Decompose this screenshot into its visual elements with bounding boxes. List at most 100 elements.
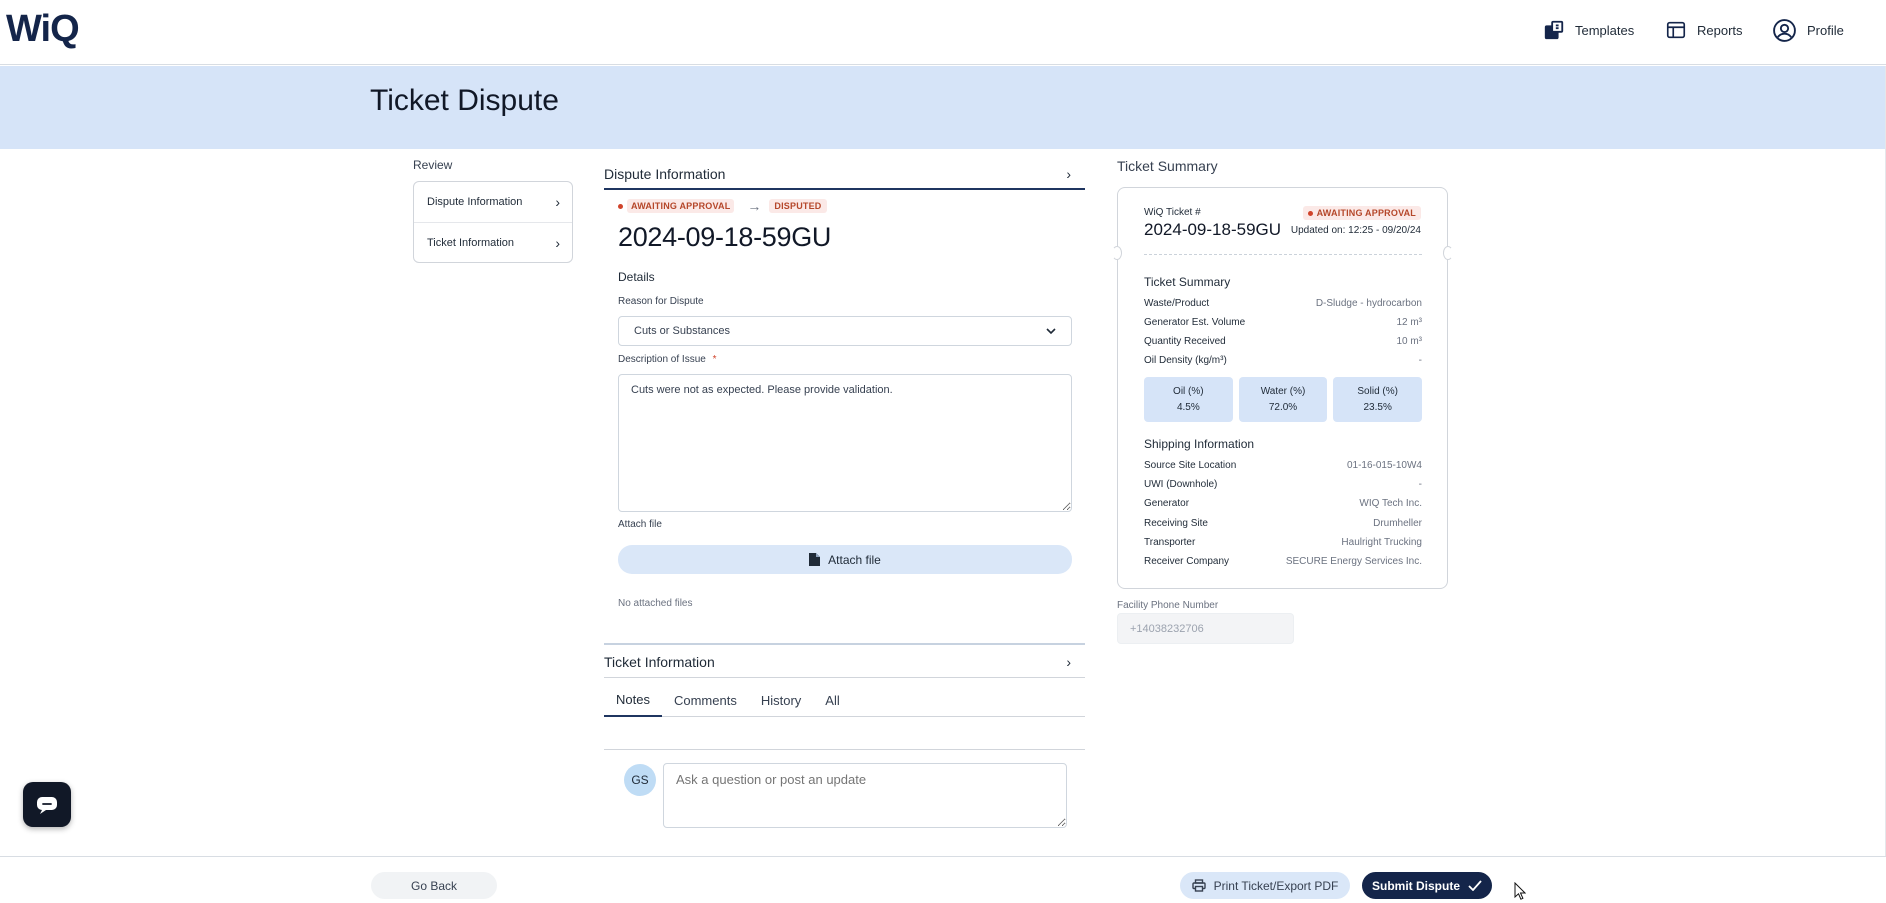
review-item-dispute-information[interactable]: Dispute Information › [414,182,572,222]
print-ticket-label: Print Ticket/Export PDF [1213,878,1339,893]
tile-value: 72.0% [1268,402,1298,413]
status-from-label: AWAITING APPROVAL [627,199,735,213]
file-icon [809,553,821,566]
submit-dispute-label: Submit Dispute [1371,878,1460,893]
shipping-row: UWI (Downhole) - [1144,479,1422,490]
dashed-divider [1144,254,1422,255]
review-item-ticket-information[interactable]: Ticket Information › [414,222,572,262]
description-label: Description of Issue * [618,354,717,365]
required-marker: * [712,354,717,365]
tile-label: Water (%) [1260,386,1306,397]
shipping-row-value: WIQ Tech Inc. [1359,498,1422,509]
updated-timestamp: Updated on: 12:25 - 09/20/24 [1290,225,1421,236]
tile-label: Solid (%) [1357,386,1398,397]
card-notch-right [1443,246,1453,260]
comment-input[interactable] [663,763,1067,828]
nav-templates[interactable]: Templates [1543,17,1634,43]
page-title: Ticket Dispute [370,84,559,117]
footer-bar: Go Back Print Ticket/Export PDF Submit D… [0,856,1886,903]
shipping-row-key: Source Site Location [1144,460,1237,471]
shipping-row: Generator WIQ Tech Inc. [1144,498,1422,509]
ticket-information-title: Ticket Information [604,653,715,670]
tab-all[interactable]: All [813,684,851,717]
chevron-right-icon: › [555,234,560,251]
attach-file-button-label: Attach file [828,552,881,567]
summary-row-value: - [1418,355,1422,366]
tab-history[interactable]: History [749,684,813,717]
reports-icon [1666,21,1686,39]
checkmark-icon [1468,880,1482,891]
tile-label: Oil (%) [1173,386,1204,397]
summary-row: Generator Est. Volume 12 m³ [1144,317,1422,328]
summary-ticket-number: 2024-09-18-59GU [1144,220,1282,239]
chat-button[interactable] [23,782,71,827]
review-item-label: Ticket Information [427,236,515,249]
print-ticket-button[interactable]: Print Ticket/Export PDF [1180,872,1350,899]
shipping-row-value: - [1418,479,1422,490]
tab-notes[interactable]: Notes [604,684,662,717]
summary-row-key: Quantity Received [1144,336,1226,347]
summary-row-key: Oil Density (kg/m³) [1144,355,1227,366]
oil-tile: Oil (%) 4.5% [1144,377,1233,422]
divider [604,749,1085,750]
shipping-row: Source Site Location 01-16-015-10W4 [1144,460,1422,471]
ticket-information-header[interactable]: Ticket Information › [604,645,1085,678]
dispute-information-header[interactable]: Dispute Information › [604,160,1085,190]
summary-row-value: 10 m³ [1396,336,1422,347]
tile-value: 23.5% [1363,402,1392,413]
chat-icon [37,796,57,814]
summary-row: Quantity Received 10 m³ [1144,336,1422,347]
summary-status-badge: AWAITING APPROVAL [1302,206,1421,220]
composition-tiles: Oil (%) 4.5% Water (%) 72.0% Solid (%) 23.5… [1144,377,1423,422]
ticket-summary-card: WiQ Ticket # 2024-09-18-59GU AWAITING AP… [1112,187,1453,589]
chevron-right-icon: › [1066,653,1071,670]
ticket-information-header-wrap: Ticket Information › [604,643,1085,678]
chevron-right-icon: › [555,194,560,210]
submit-dispute-button[interactable]: Submit Dispute [1362,872,1492,899]
facility-phone-field: +14038232706 [1117,613,1294,644]
ticket-summary-title: Ticket Summary [1117,158,1218,174]
water-tile: Water (%) 72.0% [1238,377,1328,422]
tab-comments[interactable]: Comments [662,684,749,717]
description-label-text: Description of Issue [618,354,706,365]
attach-file-button[interactable]: Attach file [618,545,1072,574]
review-item-label: Dispute Information [427,196,523,208]
shipping-row-key: Receiving Site [1144,518,1208,529]
wiq-logo[interactable]: WiQ [6,8,80,51]
shipping-row: Transporter Haulright Trucking [1144,537,1422,548]
solid-tile: Solid (%) 23.5% [1333,377,1423,422]
avatar: GS [624,764,656,796]
status-badge-awaiting: AWAITING APPROVAL [618,197,739,215]
summary-row: Oil Density (kg/m³) - [1144,355,1422,366]
status-badge-disputed: DISPUTED [769,199,827,213]
nav-profile[interactable]: Profile [1772,17,1844,43]
summary-status-label: AWAITING APPROVAL [1316,208,1416,218]
reason-select-value: Cuts or Substances [634,325,730,337]
tile-value: 4.5% [1176,402,1200,413]
review-nav: Dispute Information › Ticket Information… [413,181,573,263]
arrow-right-icon: → [747,198,762,214]
summary-row-value: 12 m³ [1396,317,1422,328]
reason-select[interactable]: Cuts or Substances [618,316,1072,346]
mouse-cursor-icon [1514,882,1526,900]
card-notch-left [1112,246,1122,260]
shipping-row-value: SECURE Energy Services Inc. [1285,556,1422,567]
shipping-row-value: Haulright Trucking [1341,537,1422,548]
nav-reports-label: Reports [1697,22,1743,38]
no-attached-files: No attached files [618,598,693,609]
shipping-row-key: UWI (Downhole) [1144,479,1218,490]
attach-file-label: Attach file [618,519,662,530]
shipping-row-key: Receiver Company [1144,556,1230,567]
shipping-row-key: Transporter [1144,537,1196,548]
shipping-row: Receiver Company SECURE Energy Services I… [1144,556,1422,567]
details-label: Details [618,270,655,284]
status-dot-icon [1307,210,1313,216]
status-transition: AWAITING APPROVAL → DISPUTED [618,197,827,215]
dispute-information-title: Dispute Information [604,166,726,182]
top-nav: WiQ Templates Reports Profile [0,0,1886,65]
go-back-button[interactable]: Go Back [371,872,497,899]
ticket-number: 2024-09-18-59GU [618,222,832,252]
nav-reports[interactable]: Reports [1665,17,1743,43]
nav-profile-label: Profile [1807,22,1844,38]
description-textarea[interactable]: Cuts were not as expected. Please provid… [618,374,1072,512]
